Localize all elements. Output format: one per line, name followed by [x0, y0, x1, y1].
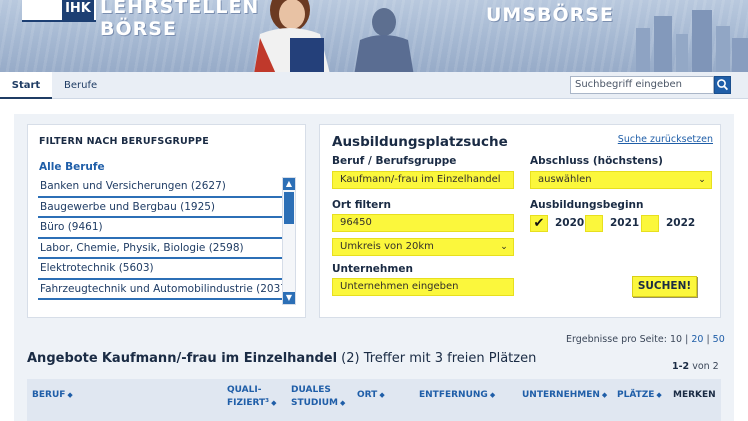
col-entfernung[interactable]: ENTFERNUNG ◆: [419, 389, 495, 402]
per-page-10[interactable]: 10: [670, 334, 682, 345]
beruf-label: Beruf / Berufsgruppe: [332, 155, 457, 167]
results-title-beruf: Kaufmann/-frau im Einzelhandel: [101, 351, 338, 366]
year-2020-label: 2020: [555, 217, 585, 229]
sort-icon: ◆: [340, 399, 346, 407]
brand-title-line1: LEHRSTELLEN: [100, 0, 260, 18]
sort-icon: ◆: [379, 391, 385, 399]
results-per-page: Ergebnisse pro Seite: 10 | 20 | 50: [566, 334, 725, 345]
boy-illustration: [354, 8, 414, 72]
filter-item-banken[interactable]: Banken und Versicherungen (2627): [38, 177, 282, 198]
results-table-header: BERUF ◆ QUALI- FIZIERT³ ◆ DUALES STUDIUM ◆ OR…: [27, 379, 721, 421]
col-ort[interactable]: ORT ◆: [357, 389, 385, 402]
ort-label: Ort filtern: [332, 199, 391, 211]
chevron-down-icon: ⌄: [500, 242, 508, 252]
filter-item-elektrotechnik[interactable]: Elektrotechnik (5603): [38, 259, 282, 280]
filter-all-link[interactable]: Alle Berufe: [39, 161, 105, 173]
filter-item-baugewerbe[interactable]: Baugewerbe und Bergbau (1925): [38, 198, 282, 218]
beruf-input[interactable]: Kaufmann/-frau im Einzelhandel: [332, 171, 514, 189]
main-navigation: Start Berufe Suchbegriff eingeben: [0, 72, 748, 99]
search-submit-button[interactable]: SUCHEN!: [632, 276, 697, 297]
search-panel-title: Ausbildungsplatzsuche: [332, 134, 508, 150]
ort-input[interactable]: 96450: [332, 214, 514, 232]
filter-panel: FILTERN NACH BERUFSGRUPPE Alle Berufe Ba…: [27, 124, 306, 318]
col-merken: MERKEN: [673, 390, 716, 400]
girl-illustration: [254, 0, 330, 72]
reset-search-link[interactable]: Suche zurücksetzen: [618, 134, 713, 145]
nav-tab-berufe[interactable]: Berufe: [64, 72, 97, 99]
col-plaetze[interactable]: PLÄTZE ◆: [617, 389, 662, 402]
per-page-20[interactable]: 20: [691, 334, 703, 345]
scroll-thumb[interactable]: [284, 192, 294, 224]
ihk-logo-mark: IHK: [62, 0, 94, 20]
results-title-prefix: Angebote: [27, 351, 98, 366]
brand-title-right: UMSBÖRSE: [486, 4, 614, 26]
abschluss-label: Abschluss (höchstens): [530, 155, 663, 167]
beginn-label: Ausbildungsbeginn: [530, 199, 644, 211]
per-page-separator: |: [706, 334, 710, 345]
pagination: 1-2 von 2: [672, 361, 719, 372]
filter-title: FILTERN NACH BERUFSGRUPPE: [39, 136, 209, 147]
year-2020-checkbox[interactable]: ✔: [530, 215, 548, 232]
col-duales-studium[interactable]: DUALES STUDIUM ◆: [291, 384, 351, 410]
nav-tab-start[interactable]: Start: [0, 72, 52, 99]
unternehmen-label: Unternehmen: [332, 263, 413, 275]
per-page-separator: |: [685, 334, 689, 345]
filter-list: Banken und Versicherungen (2627) Baugewe…: [38, 177, 282, 307]
umkreis-value: Umkreis von 20km: [340, 241, 434, 252]
unternehmen-input[interactable]: Unternehmen eingeben: [332, 278, 514, 296]
search-panel: Ausbildungsplatzsuche Suche zurücksetzen…: [319, 124, 721, 318]
umkreis-select[interactable]: Umkreis von 20km ⌄: [332, 238, 514, 256]
col-beruf[interactable]: BERUF ◆: [32, 389, 73, 402]
col-qualifiziert[interactable]: QUALI- FIZIERT³ ◆: [227, 384, 283, 410]
header-banner: IHK LEHRSTELLEN BÖRSE UMSBÖRSE: [0, 0, 748, 72]
year-2022-checkbox[interactable]: [641, 215, 659, 232]
sort-icon: ◆: [601, 391, 608, 399]
abschluss-select[interactable]: auswählen ⌄: [530, 171, 712, 189]
filter-item-labor[interactable]: Labor, Chemie, Physik, Biologie (2598): [38, 239, 282, 259]
per-page-label: Ergebnisse pro Seite:: [566, 334, 667, 345]
search-button[interactable]: [714, 76, 731, 94]
year-2021-checkbox[interactable]: [585, 215, 603, 232]
results-title: Angebote Kaufmann/-frau im Einzelhandel …: [27, 351, 536, 366]
abschluss-value: auswählen: [538, 174, 592, 185]
scroll-down-icon[interactable]: ▼: [283, 292, 295, 304]
chevron-down-icon: ⌄: [698, 175, 706, 185]
skyline-illustration: [636, 10, 748, 72]
year-2022-label: 2022: [666, 217, 696, 229]
pager-total: von 2: [692, 361, 719, 372]
site-search-input[interactable]: Suchbegriff eingeben: [570, 76, 714, 94]
col-unternehmen[interactable]: UNTERNEHMEN ◆: [522, 389, 607, 402]
search-icon: [717, 79, 729, 91]
per-page-50[interactable]: 50: [713, 334, 725, 345]
year-2021-label: 2021: [610, 217, 640, 229]
filter-item-fahrzeugtechnik[interactable]: Fahrzeugtechnik und Automobilindustrie (…: [38, 280, 282, 300]
sort-icon: ◆: [271, 399, 277, 407]
results-title-count: (2) Treffer mit 3 freien Plätzen: [341, 351, 537, 366]
sort-icon: ◆: [67, 391, 73, 399]
pager-range: 1-2: [672, 361, 690, 372]
filter-scrollbar[interactable]: ▲ ▼: [282, 177, 296, 305]
filter-item-buero[interactable]: Büro (9461): [38, 218, 282, 239]
sort-icon: ◆: [489, 391, 496, 399]
scroll-up-icon[interactable]: ▲: [283, 178, 295, 190]
brand-title-line2: BÖRSE: [100, 18, 177, 40]
ihk-logo[interactable]: IHK: [22, 0, 96, 22]
sort-icon: ◆: [656, 391, 662, 399]
